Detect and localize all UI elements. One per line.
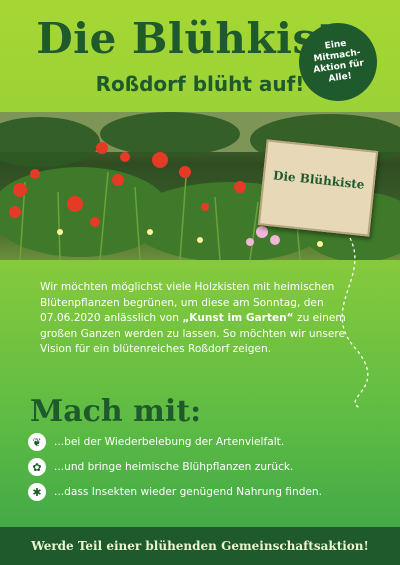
benefit-list: ❦ ...bei der Wiederbelebung der Artenvie… bbox=[28, 430, 378, 505]
footer-banner: Werde Teil einer blühenden Gemeinschafts… bbox=[0, 527, 400, 565]
list-item: ❦ ...bei der Wiederbelebung der Artenvie… bbox=[28, 430, 378, 454]
bluehkiste-crate-image: Die Blühkiste bbox=[257, 139, 379, 237]
list-item-text: ...und bringe heimische Blühpflanzen zur… bbox=[54, 461, 294, 473]
list-item-text: ...dass Insekten wieder genügend Nahrung… bbox=[54, 486, 323, 498]
insect-icon: ✱ bbox=[28, 483, 46, 501]
list-item-text: ...bei der Wiederbelebung der Artenvielf… bbox=[54, 436, 285, 448]
flower-icon: ✿ bbox=[28, 458, 46, 476]
list-item: ✿ ...und bringe heimische Blühpflanzen z… bbox=[28, 455, 378, 479]
badge-text: Eine Mitmach- Aktion für Alle! bbox=[312, 38, 365, 85]
intro-highlight: „Kunst im Garten“ bbox=[182, 312, 294, 324]
plant-icon: ❦ bbox=[28, 433, 46, 451]
list-item: ✱ ...dass Insekten wieder genügend Nahru… bbox=[28, 480, 378, 504]
mach-mit-heading: Mach mit: bbox=[30, 394, 202, 429]
flyer: Die Blühkiste Roßdorf blüht auf! Eine Mi… bbox=[0, 0, 400, 565]
intro-paragraph: Wir möchten möglichst viele Holzkisten m… bbox=[40, 280, 370, 358]
crate-label: Die Blühkiste bbox=[272, 168, 366, 192]
